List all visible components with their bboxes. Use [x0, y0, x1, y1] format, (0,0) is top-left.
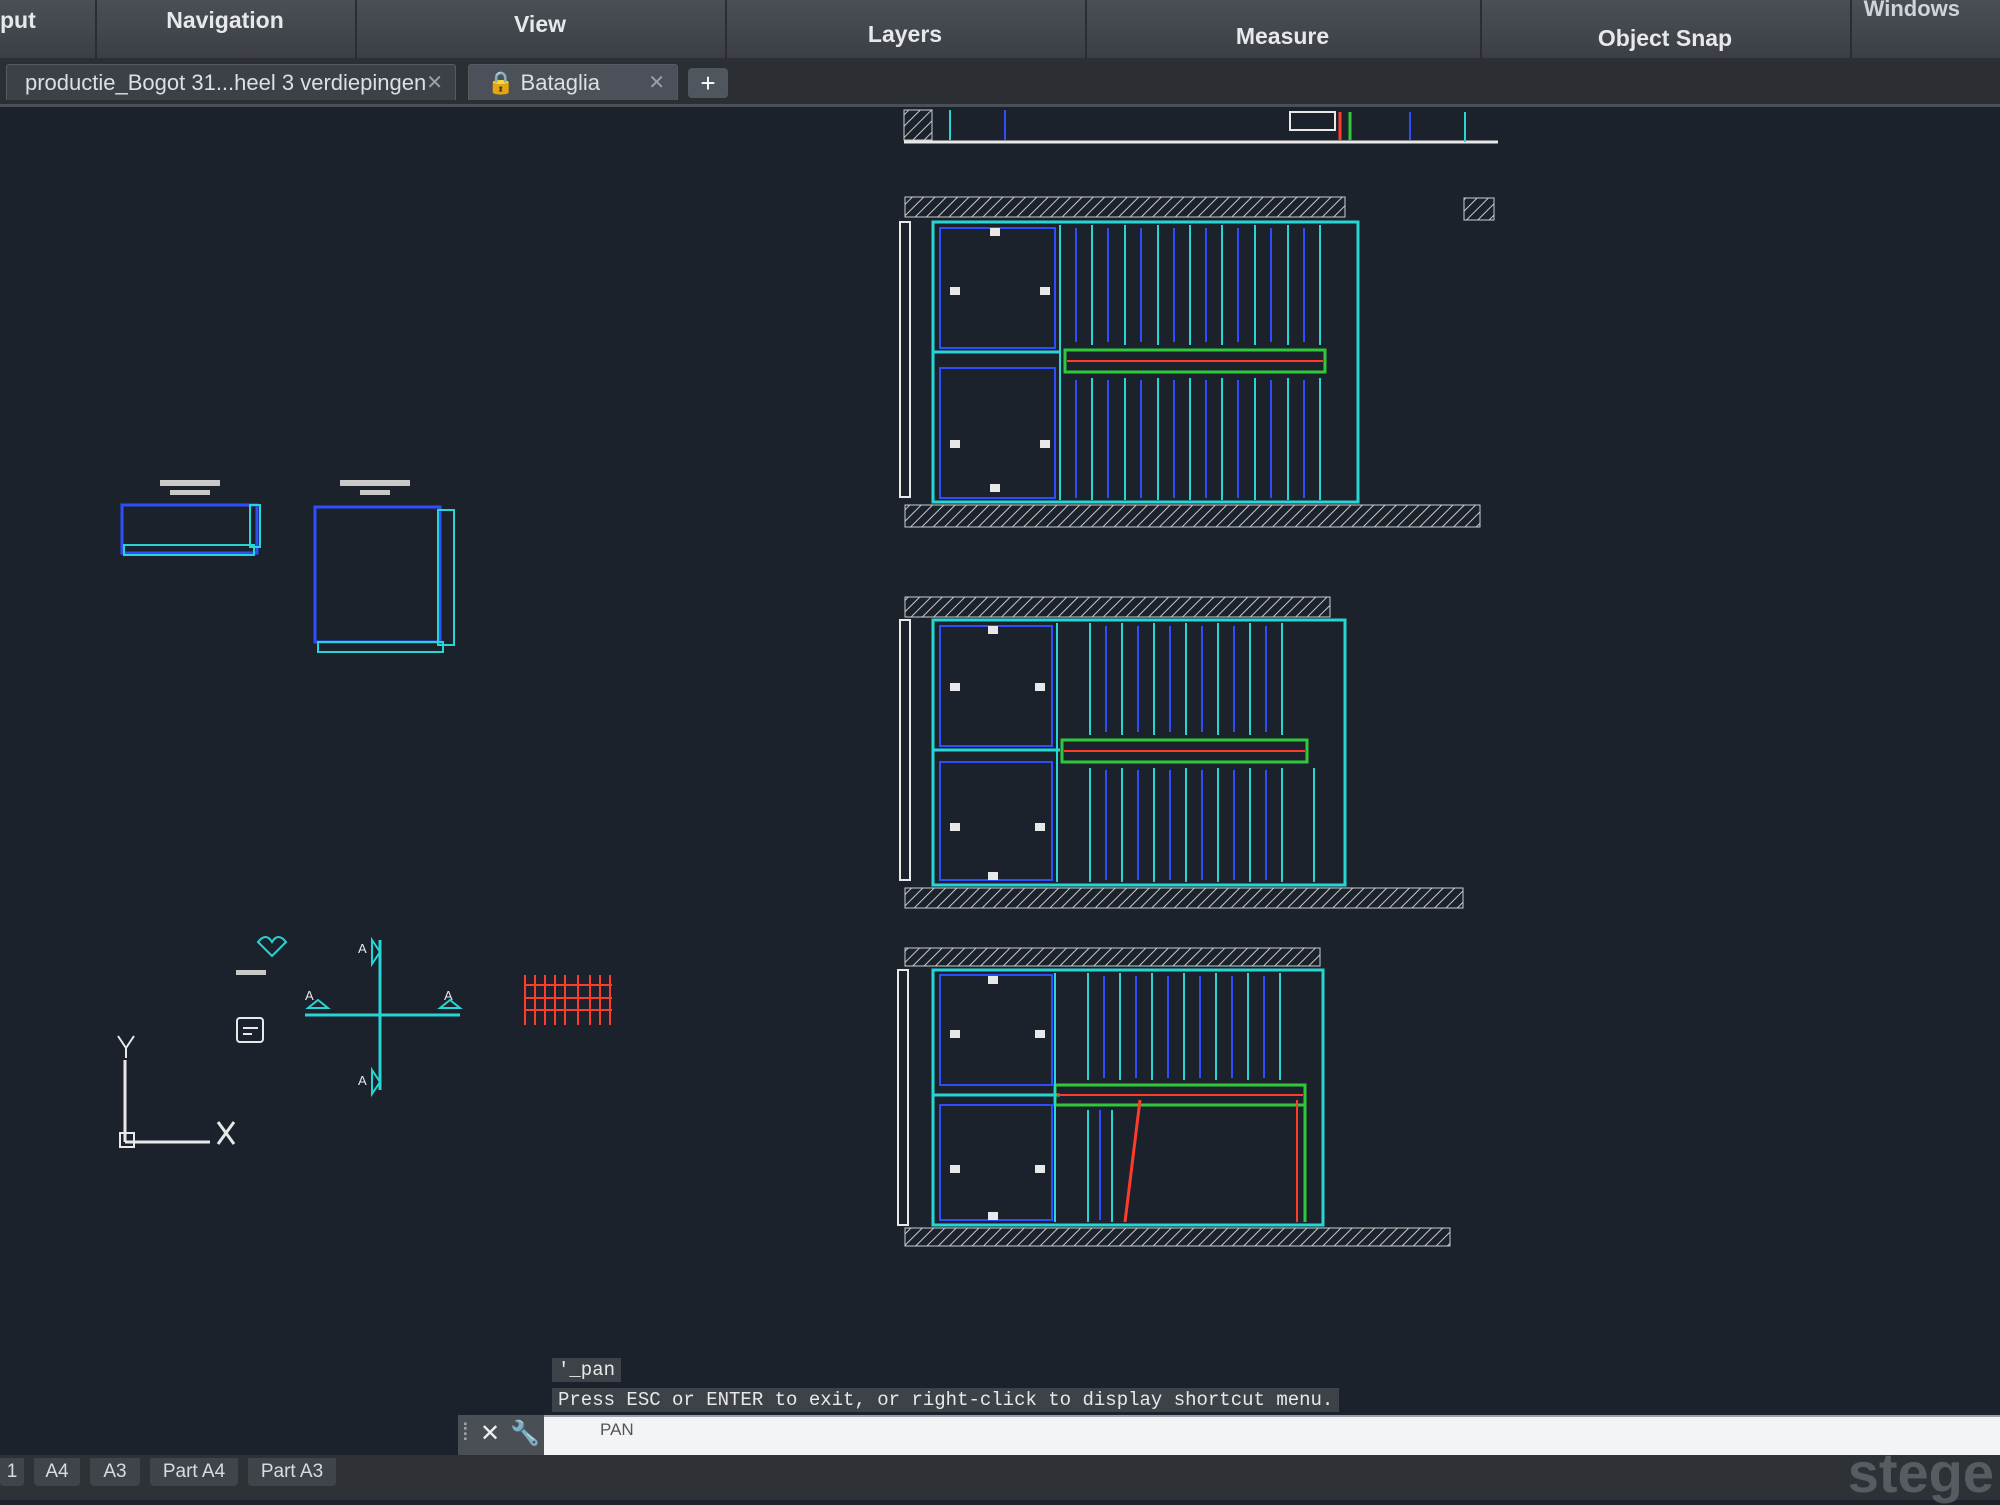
ribbon-panel-navigation-label: Navigation: [166, 7, 284, 33]
tab-bataglia-label: Bataglia: [520, 70, 601, 95]
section-label: A: [358, 941, 367, 956]
grip-icon[interactable]: ⁞: [462, 1419, 469, 1447]
tab-productie-bogot-label: productie_Bogot 31...heel 3 verdiepingen: [25, 70, 427, 95]
close-icon[interactable]: ✕: [480, 1419, 500, 1448]
ribbon-panel-view[interactable]: View: [355, 0, 727, 58]
command-input[interactable]: PAN: [600, 1420, 634, 1440]
command-line-tools: ⁞ ✕ 🔧: [458, 1415, 544, 1455]
ribbon-panel-layers[interactable]: Layers: [725, 0, 1087, 58]
layout-tab-a4[interactable]: A4: [34, 1458, 80, 1486]
command-line[interactable]: [458, 1415, 2000, 1457]
ribbon-panel-view-label: View: [514, 11, 566, 37]
tab-bataglia[interactable]: 🔒 Bataglia ✕: [468, 64, 678, 100]
ribbon-panel-object-snap[interactable]: Object Snap: [1480, 0, 1852, 58]
ribbon-panel-layers-label: Layers: [867, 21, 943, 47]
ribbon-panel-navigation[interactable]: Navigation: [95, 0, 357, 58]
layout-tab-part-a4[interactable]: Part A4: [150, 1458, 238, 1486]
new-tab-button[interactable]: +: [688, 68, 728, 98]
layout-tab-a3[interactable]: A3: [90, 1458, 140, 1486]
lock-icon: 🔒: [487, 70, 515, 95]
close-icon[interactable]: ✕: [426, 65, 443, 101]
section-label: A: [444, 988, 453, 1003]
command-history-pan: '_pan: [552, 1358, 622, 1382]
monitor-brand-watermark: stege: [1847, 1441, 1994, 1504]
section-label: A: [358, 1073, 367, 1088]
ribbon-panel-output-label: put: [0, 7, 36, 33]
section-label: A: [305, 988, 314, 1003]
ribbon-panel-measure[interactable]: Measure: [1085, 0, 1482, 58]
drawing-canvas[interactable]: A A A A: [0, 107, 2000, 1417]
tab-productie-bogot[interactable]: productie_Bogot 31...heel 3 verdiepingen…: [6, 64, 456, 100]
ribbon-panel-output[interactable]: put: [0, 0, 97, 58]
ribbon-panel-object-snap-label: Object Snap: [1597, 25, 1733, 51]
wrench-icon[interactable]: 🔧: [510, 1419, 540, 1448]
layout-tab-1[interactable]: 1: [0, 1458, 24, 1486]
ribbon-panel-measure-label: Measure: [1235, 23, 1330, 49]
command-history-prompt: Press ESC or ENTER to exit, or right-cli…: [552, 1388, 1340, 1412]
document-tab-bar: productie_Bogot 31...heel 3 verdiepingen…: [0, 58, 2000, 107]
layout-tab-part-a3[interactable]: Part A3: [248, 1458, 336, 1486]
ribbon-windows-label[interactable]: Windows: [1864, 0, 1960, 22]
close-icon[interactable]: ✕: [648, 65, 665, 101]
ribbon: put Navigation View Layers Measure Objec…: [0, 0, 2000, 59]
